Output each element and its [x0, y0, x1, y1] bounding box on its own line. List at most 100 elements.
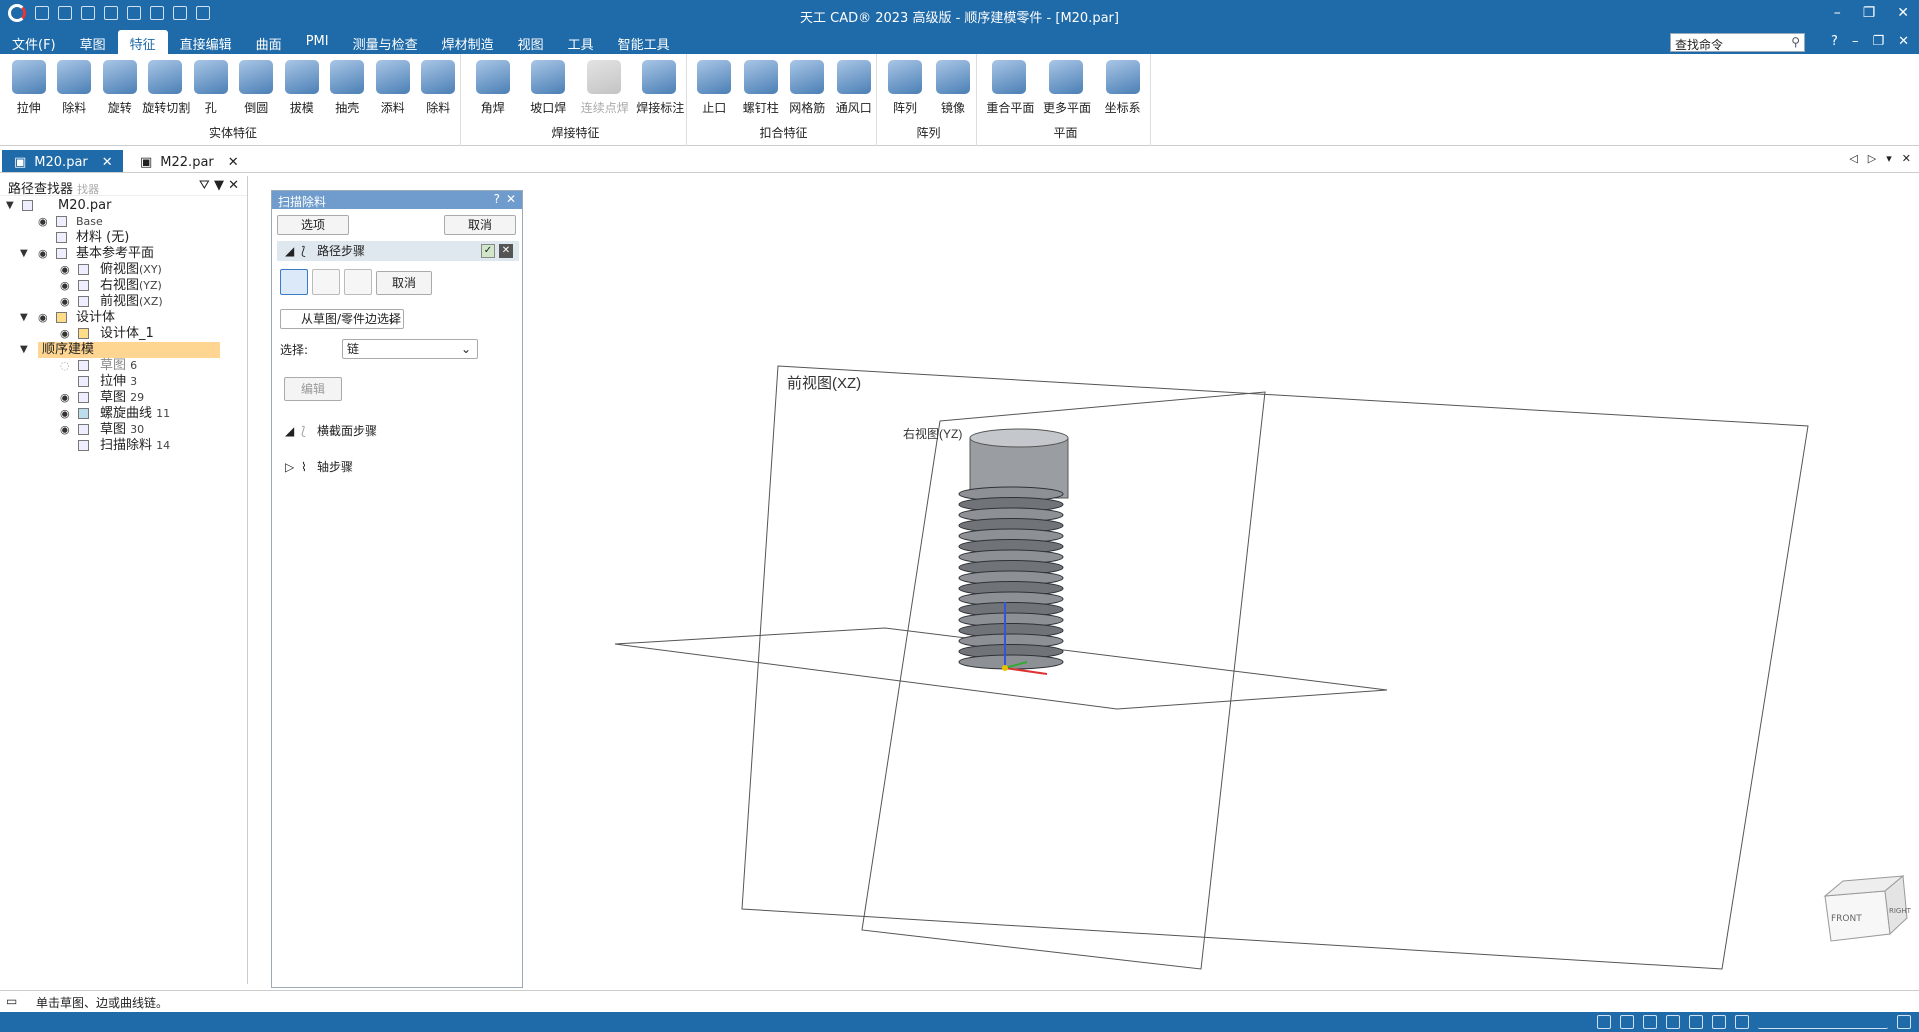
ribbon-tool[interactable]: 旋转切割 [142, 60, 190, 116]
collapse-icon[interactable]: ◢ [285, 241, 294, 261]
path-select-icon[interactable] [280, 269, 308, 295]
ribbon-tool[interactable]: 止口 [691, 60, 737, 116]
ribbon-tool[interactable]: 重合平面 [986, 60, 1034, 116]
pan-icon[interactable] [1666, 1015, 1680, 1029]
ribbon-tool[interactable]: 坡口焊 [525, 60, 571, 116]
ribbon-tool[interactable]: 抽壳 [324, 60, 370, 116]
threaded-bolt[interactable] [958, 428, 1069, 670]
search-icon[interactable]: ⚲ [1791, 35, 1800, 49]
tree-item-sweep-14[interactable]: 扫描除料 14 [0, 438, 247, 454]
tree-item-right-view[interactable]: ◉ 右视图(YZ) [0, 278, 247, 294]
ribbon-tool[interactable]: 网格筋 [784, 60, 830, 116]
tree-item-front-view[interactable]: ◉ 前视图(XZ) [0, 294, 247, 310]
view-cube[interactable]: FRONT RIGHT [1823, 875, 1912, 942]
menu-item[interactable]: 特征 [117, 30, 168, 57]
edit-button[interactable]: 编辑 [284, 377, 342, 401]
ribbon-tool[interactable]: 焊接标注 [636, 60, 684, 116]
axis-step[interactable]: ▷ ⌇ 轴步骤 [277, 457, 519, 477]
maximize-button[interactable]: ❐ [1863, 5, 1876, 21]
selection-type-dropdown[interactable]: 链 ⌄ [342, 339, 478, 359]
command-search-input[interactable]: 查找命令 ⚲ [1670, 33, 1805, 52]
help-icon[interactable]: ? [494, 192, 500, 206]
cancel-step-icon[interactable]: ✕ [499, 244, 513, 258]
cancel-button[interactable]: 取消 [444, 215, 516, 235]
tree-item-sketch-29[interactable]: ◉ 草图 29 [0, 390, 247, 406]
ribbon-tool[interactable]: 孔 [188, 60, 234, 116]
ribbon-tool[interactable]: 螺钉柱 [738, 60, 784, 116]
visible-eye-icon[interactable]: ◉ [60, 390, 70, 406]
expand-icon[interactable]: ▷ [285, 457, 294, 477]
ribbon-tool[interactable]: 连续点焊 [581, 60, 629, 116]
filter-icon[interactable]: ⛛ [199, 178, 210, 193]
tree-item-top-view[interactable]: ◉ 俯视图(XY) [0, 262, 247, 278]
close-icon[interactable]: ✕ [506, 192, 516, 206]
collapse-icon[interactable]: ◢ [285, 421, 294, 441]
dropdown-icon[interactable]: ▼ [214, 178, 224, 193]
tab-next-icon[interactable]: ▷ [1868, 152, 1876, 165]
tree-item-design-body-1[interactable]: ◉ 设计体_1 [0, 326, 247, 342]
command-bar-icon[interactable]: ▭ [6, 994, 17, 1008]
ribbon-tool[interactable]: 旋转 [97, 60, 143, 116]
rotate-icon[interactable] [1689, 1015, 1703, 1029]
menu-item[interactable]: PMI [294, 30, 341, 57]
model-view[interactable]: 前视图(XZ) 右视图(YZ) FRONT RIGHT [525, 176, 1919, 984]
menu-item[interactable]: 智能工具 [606, 30, 682, 57]
doc-close-button[interactable]: ✕ [1898, 34, 1909, 49]
accept-step-icon[interactable]: ✓ [481, 244, 495, 258]
ribbon-tool[interactable]: 拉伸 [6, 60, 52, 116]
close-icon[interactable]: ✕ [228, 178, 239, 193]
tree-item-extrude-3[interactable]: 拉伸 3 [0, 374, 247, 390]
graphics-viewport[interactable]: 前视图(XZ) 右视图(YZ) FRONT RIGHT [525, 176, 1919, 984]
frame-icon[interactable] [390, 375, 418, 401]
ribbon-tool[interactable]: 镜像 [930, 60, 976, 116]
tab-m20[interactable]: ▣ M20.par ✕ [2, 150, 123, 172]
path-sketch-icon[interactable] [312, 269, 340, 295]
ribbon-tool[interactable]: 通风口 [831, 60, 877, 116]
visible-eye-icon[interactable]: ◉ [60, 262, 70, 278]
tree-item-material[interactable]: 材料 (无) [0, 230, 247, 246]
ribbon-tool[interactable]: 更多平面 [1043, 60, 1091, 116]
close-tab-icon[interactable]: ✕ [102, 155, 113, 170]
path-step-header[interactable]: ◢ ⟅ 路径步骤 ✓ ✕ [277, 241, 519, 261]
visible-eye-icon[interactable]: ◉ [60, 326, 70, 342]
ribbon-tool[interactable]: 除料 [415, 60, 461, 116]
ribbon-tool[interactable]: 倒圆 [233, 60, 279, 116]
settings-icon[interactable] [1897, 1015, 1911, 1029]
doc-restore-button[interactable]: ❐ [1872, 34, 1884, 49]
tab-list-icon[interactable]: ▾ [1886, 152, 1892, 165]
zoom-icon[interactable] [1620, 1015, 1634, 1029]
tab-prev-icon[interactable]: ◁ [1849, 152, 1857, 165]
tree-item-base[interactable]: ◉ Base [0, 214, 247, 230]
menu-item[interactable]: 焊材制造 [430, 30, 506, 57]
menu-item[interactable]: 测量与检查 [341, 30, 430, 57]
ribbon-tool[interactable]: 坐标系 [1100, 60, 1146, 116]
visible-eye-icon[interactable]: ◉ [38, 310, 48, 326]
cross-section-step[interactable]: ◢ ⟅ 横截面步骤 [277, 421, 519, 441]
visible-eye-icon[interactable]: ◉ [38, 246, 48, 262]
menu-item[interactable]: 工具 [556, 30, 606, 57]
ribbon-tool[interactable]: 除料 [51, 60, 97, 116]
previous-view-icon[interactable] [1712, 1015, 1726, 1029]
menu-item[interactable]: 视图 [506, 30, 556, 57]
tab-m22[interactable]: ▣ M22.par ✕ [128, 150, 249, 172]
ribbon-tool[interactable]: 添料 [370, 60, 416, 116]
ribbon-tool[interactable]: 阵列 [882, 60, 928, 116]
doc-minimize-button[interactable]: – [1852, 34, 1859, 49]
zoom-slider[interactable] [1758, 1015, 1888, 1029]
ribbon-tool[interactable]: 拔模 [279, 60, 325, 116]
close-tab-icon[interactable]: ✕ [228, 155, 239, 170]
menu-item[interactable]: 直接编辑 [168, 30, 244, 57]
visible-eye-icon[interactable]: ◉ [60, 294, 70, 310]
tree-item-sketch-30[interactable]: ◉ 草图 30 [0, 422, 247, 438]
tree-item-helix-11[interactable]: ◉ 螺旋曲线 11 [0, 406, 247, 422]
menu-item[interactable]: 文件(F) [0, 30, 68, 57]
zoom-area-icon[interactable] [1597, 1015, 1611, 1029]
visible-eye-icon[interactable]: ◉ [60, 278, 70, 294]
select-mode-dropdown[interactable]: 从草图/零件边选择 ⌄ [280, 309, 404, 329]
path-cancel-button[interactable]: 取消 [376, 271, 432, 295]
minimize-button[interactable]: – [1834, 5, 1841, 21]
path-frame-icon[interactable] [344, 269, 372, 295]
hidden-eye-icon[interactable]: ◌ [60, 358, 70, 374]
visible-eye-icon[interactable]: ◉ [60, 422, 70, 438]
visible-eye-icon[interactable]: ◉ [38, 214, 48, 230]
